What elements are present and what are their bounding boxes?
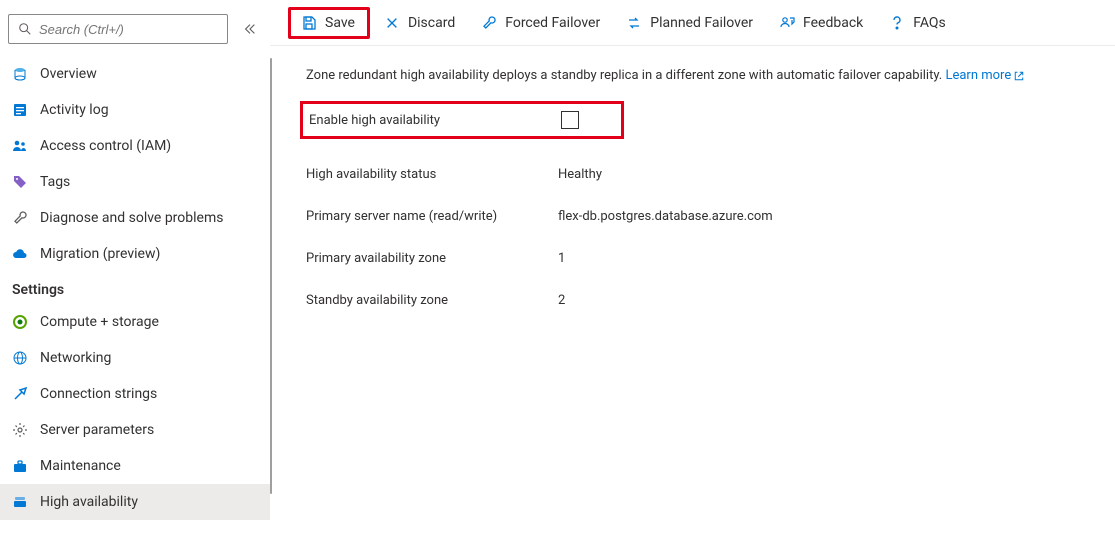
people-icon <box>12 138 28 154</box>
sidebar-item-access-control[interactable]: Access control (IAM) <box>0 128 270 164</box>
row-label: Standby availability zone <box>306 293 558 308</box>
sidebar-item-label: Access control (IAM) <box>40 138 171 154</box>
compute-icon <box>12 314 28 330</box>
swap-icon <box>626 15 642 31</box>
sidebar-item-overview[interactable]: Overview <box>0 56 270 92</box>
save-button[interactable]: Save <box>288 7 370 39</box>
sidebar-item-maintenance[interactable]: Maintenance <box>0 448 270 484</box>
wrench-icon <box>12 210 28 226</box>
sidebar-item-label: Connection strings <box>40 386 157 402</box>
search-box[interactable] <box>8 14 228 44</box>
save-label: Save <box>325 15 355 31</box>
vertical-separator <box>270 58 272 494</box>
sidebar-item-migration[interactable]: Migration (preview) <box>0 236 270 272</box>
sidebar-item-label: Migration (preview) <box>40 246 160 262</box>
sidebar-item-label: Diagnose and solve problems <box>40 210 223 226</box>
sidebar-item-tags[interactable]: Tags <box>0 164 270 200</box>
sidebar-item-networking[interactable]: Networking <box>0 340 270 376</box>
feedback-icon <box>779 15 795 31</box>
sidebar-item-label: High availability <box>40 494 138 510</box>
collapse-sidebar-button[interactable] <box>238 17 262 41</box>
learn-more-label: Learn more <box>945 68 1011 83</box>
faqs-label: FAQs <box>913 15 946 31</box>
primary-zone-row: Primary availability zone 1 <box>306 237 1087 279</box>
faqs-button[interactable]: FAQs <box>879 10 958 36</box>
sidebar-item-connection-strings[interactable]: Connection strings <box>0 376 270 412</box>
planned-failover-label: Planned Failover <box>650 15 753 31</box>
search-icon <box>17 21 33 37</box>
enable-ha-label: Enable high availability <box>309 113 561 128</box>
row-label: High availability status <box>306 167 558 182</box>
standby-zone-row: Standby availability zone 2 <box>306 279 1087 321</box>
sidebar-section-settings: Settings <box>0 272 270 304</box>
row-value: flex-db.postgres.database.azure.com <box>558 209 773 224</box>
search-input[interactable] <box>39 22 219 37</box>
gear-icon <box>12 422 28 438</box>
sidebar: Overview Activity log Access control (IA… <box>0 0 270 554</box>
discard-button[interactable]: Discard <box>374 10 467 36</box>
planned-failover-button[interactable]: Planned Failover <box>616 10 765 36</box>
external-link-icon <box>1013 70 1025 82</box>
database-icon <box>12 66 28 82</box>
enable-ha-checkbox[interactable] <box>561 111 579 129</box>
description-body: Zone redundant high availability deploys… <box>306 68 942 83</box>
sidebar-item-label: Maintenance <box>40 458 121 474</box>
command-bar: Save Discard Forced Failover Planned Fai… <box>270 0 1115 46</box>
activity-log-icon <box>12 102 28 118</box>
save-icon <box>301 15 317 31</box>
primary-server-row: Primary server name (read/write) flex-db… <box>306 195 1087 237</box>
high-availability-icon <box>12 494 28 510</box>
sidebar-item-label: Activity log <box>40 102 109 118</box>
sidebar-item-label: Overview <box>40 66 97 82</box>
row-label: Primary server name (read/write) <box>306 209 558 224</box>
learn-more-link[interactable]: Learn more <box>945 68 1025 83</box>
ha-status-row: High availability status Healthy <box>306 153 1087 195</box>
connection-icon <box>12 386 28 402</box>
discard-label: Discard <box>408 15 455 31</box>
sidebar-item-label: Compute + storage <box>40 314 159 330</box>
sidebar-item-diagnose[interactable]: Diagnose and solve problems <box>0 200 270 236</box>
forced-failover-button[interactable]: Forced Failover <box>471 10 612 36</box>
cloud-migrate-icon <box>12 246 28 262</box>
discard-icon <box>384 15 400 31</box>
networking-icon <box>12 350 28 366</box>
row-value: 1 <box>558 251 565 266</box>
sidebar-item-compute-storage[interactable]: Compute + storage <box>0 304 270 340</box>
sidebar-item-label: Networking <box>40 350 111 366</box>
description-text: Zone redundant high availability deploys… <box>306 68 1087 83</box>
sidebar-item-label: Server parameters <box>40 422 154 438</box>
tag-icon <box>12 174 28 190</box>
maintenance-icon <box>12 458 28 474</box>
sidebar-item-server-parameters[interactable]: Server parameters <box>0 412 270 448</box>
forced-failover-label: Forced Failover <box>505 15 600 31</box>
row-label: Primary availability zone <box>306 251 558 266</box>
sidebar-item-high-availability[interactable]: High availability <box>0 484 270 520</box>
wrench-icon <box>481 15 497 31</box>
sidebar-item-label: Tags <box>40 174 70 190</box>
enable-high-availability-row: Enable high availability <box>300 101 624 139</box>
feedback-button[interactable]: Feedback <box>769 10 875 36</box>
row-value: Healthy <box>558 167 602 182</box>
feedback-label: Feedback <box>803 15 863 31</box>
question-icon <box>889 15 905 31</box>
row-value: 2 <box>558 293 565 308</box>
sidebar-item-activity-log[interactable]: Activity log <box>0 92 270 128</box>
